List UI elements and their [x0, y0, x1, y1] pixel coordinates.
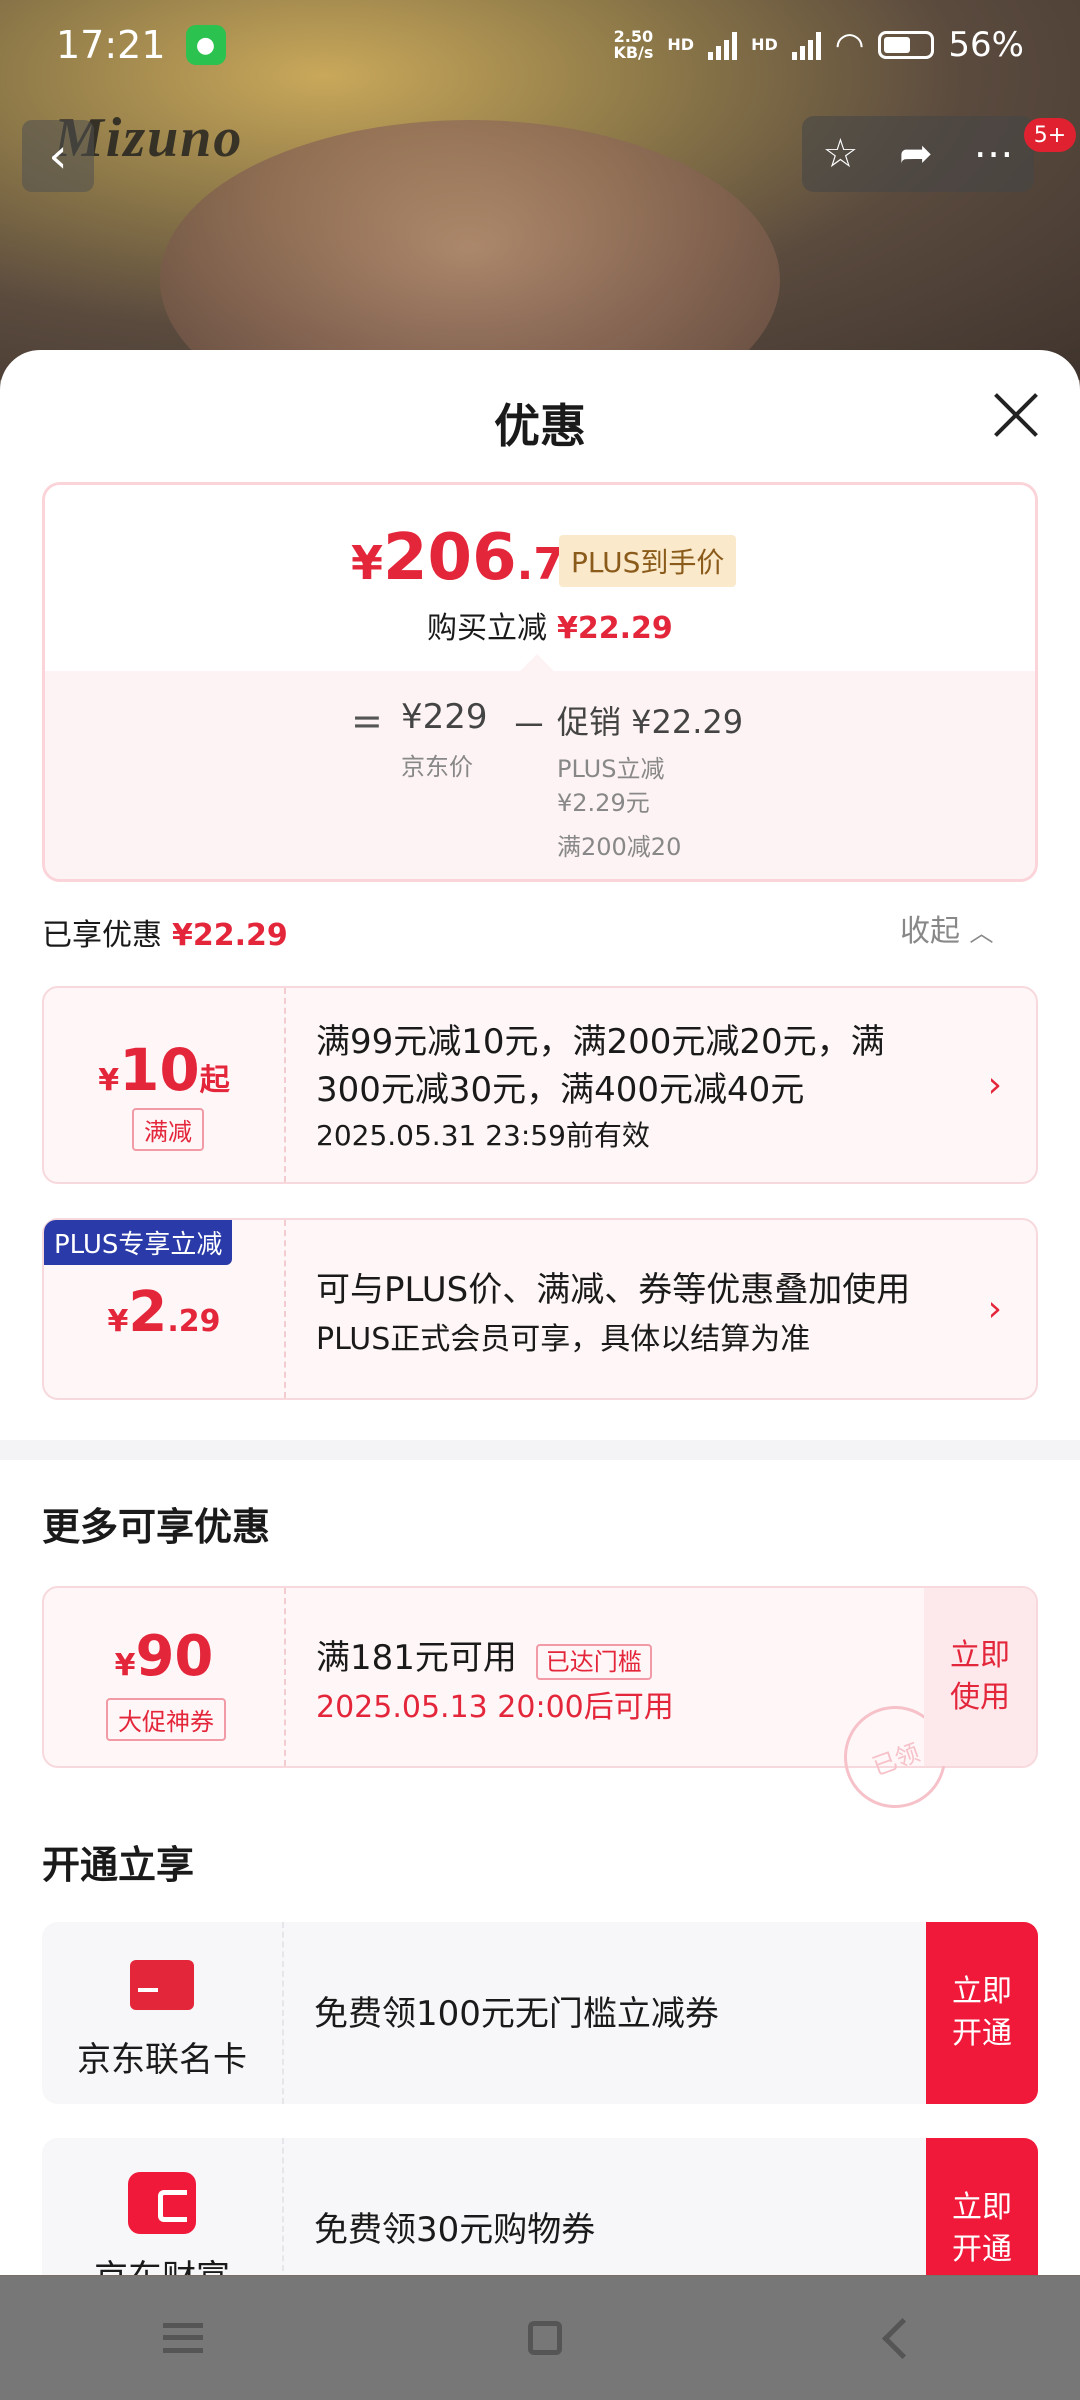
use-now-label: 立即 使用 [950, 1638, 1010, 1715]
net-speed-unit: KB/s [613, 43, 654, 62]
plus-exclusive-coupon[interactable]: ¥2.29 PLUS专享立减 可与PLUS价、满减、券等优惠叠加使用 PLUS正… [42, 1218, 1038, 1400]
service-name: 京东财富 [42, 2250, 282, 2275]
price-integer: 206 [383, 521, 517, 595]
enjoyed-label: 已享优惠 [42, 918, 162, 953]
discount-sheet: 优惠 ¥ 206 .71 PLUS到手价 购买立减 ¥22.29 = ¥229 京… [0, 350, 1080, 2275]
promo-validity: 2025.05.13 20:00后可用 [316, 1690, 674, 1725]
clock: 17:21 [56, 23, 166, 67]
chevron-right-icon: › [987, 1064, 1002, 1106]
collapse-toggle[interactable]: 收起 ︿ [900, 906, 994, 950]
coupon-amount: ¥10起 [44, 1036, 284, 1104]
promo-plus-value: ¥2.29元 [557, 789, 650, 817]
coupon-value: 2 [128, 1280, 168, 1345]
service-desc: 免费领100元无门槛立减券 [314, 1994, 719, 2034]
minus-sign: － [511, 706, 548, 747]
plus-ribbon: PLUS专享立减 [44, 1220, 233, 1265]
signal-icon [708, 30, 738, 60]
coupon-amount-area: ¥90 大促神券 [44, 1588, 286, 1766]
coupon-validity: 2025.05.31 23:59前有效 [316, 1119, 650, 1152]
sheet-title: 优惠 [494, 399, 586, 453]
section-divider [0, 1440, 1080, 1460]
full-reduction-coupon[interactable]: ¥10起 满减 满99元减10元，满200元减20元，满 300元减30元，满4… [42, 986, 1038, 1184]
close-icon[interactable] [990, 390, 1040, 440]
open-now-label: 立即 开通 [952, 2190, 1012, 2267]
plus-desc-line1: 可与PLUS价、满减、券等优惠叠加使用 [316, 1270, 911, 1310]
service-brand-area: 京东财富 [42, 2138, 284, 2275]
hd-label-2: HD [751, 35, 778, 54]
battery-icon [878, 31, 935, 59]
coupon-currency: ¥ [114, 1648, 136, 1683]
currency-symbol: ¥ [351, 536, 384, 590]
jd-price-label: 京东价 [401, 753, 473, 781]
coupon-amount: ¥90 [44, 1624, 284, 1689]
home-icon[interactable] [528, 2321, 563, 2355]
buy-reduce-line: 购买立减 ¥22.29 [427, 603, 673, 647]
coupon-suffix: 起 [199, 1063, 230, 1098]
use-now-button[interactable]: 立即 使用 [924, 1588, 1036, 1766]
battery-level: 56% [948, 25, 1024, 65]
coupon-type-tag: 大促神券 [106, 1698, 226, 1741]
jd-cobrand-card-offer[interactable]: 京东联名卡 免费领100元无门槛立减券 立即 开通 [42, 1922, 1038, 2104]
plus-price-tag: PLUS到手价 [559, 535, 737, 587]
equals-sign: = [351, 699, 383, 743]
more-discounts-title: 更多可享优惠 [42, 1505, 271, 1549]
wechat-notification-icon: ● [185, 25, 226, 65]
coupon-value: 10 [119, 1036, 200, 1104]
promo-plus-label: PLUS立减 [557, 755, 665, 783]
threshold-reached-tag: 已达门槛 [535, 1644, 652, 1680]
chevron-up-icon: ︿ [969, 919, 994, 947]
open-now-button[interactable]: 立即 开通 [926, 2138, 1038, 2275]
open-benefits-title: 开通立享 [42, 1843, 195, 1887]
coupon-rule-line2: 300元减30元，满400元减40元 [316, 1070, 805, 1110]
plus-desc-line2: PLUS正式会员可享，具体以结算为准 [316, 1322, 811, 1357]
price-breakdown-card: ¥ 206 .71 PLUS到手价 购买立减 ¥22.29 = ¥229 京东价 … [42, 482, 1038, 882]
hd-label-1: HD [667, 35, 695, 54]
promo-full-reduction: 满200减20 [557, 833, 682, 861]
open-now-button[interactable]: 立即 开通 [926, 1922, 1038, 2104]
coupon-amount-area: ¥10起 满减 [44, 988, 286, 1182]
coupon-value: 90 [135, 1624, 214, 1689]
promo-total: 促销 ¥22.29 [557, 703, 744, 741]
signal-icon-2 [791, 30, 821, 60]
collapse-label: 收起 [900, 914, 960, 949]
buy-reduce-value: ¥22.29 [557, 611, 673, 646]
jd-wealth-offer[interactable]: 京东财富 免费领30元购物券 立即 开通 [42, 2138, 1038, 2275]
coupon-rule-line1: 满99元减10元，满200元减20元，满 [316, 1022, 885, 1062]
open-now-label: 立即 开通 [952, 1974, 1012, 2051]
enjoyed-value: ¥22.29 [172, 918, 288, 953]
more-icon[interactable]: ⋯ [974, 131, 1014, 177]
jd-price: ¥229 [401, 697, 488, 737]
back-button[interactable]: ‹ [22, 120, 94, 192]
credit-card-icon [130, 1960, 194, 2010]
buy-reduce-label: 购买立减 [427, 611, 547, 646]
coupon-amount: ¥2.29 [44, 1280, 284, 1345]
top-action-group: ☆ ➦ ⋯ [802, 116, 1034, 192]
service-name: 京东联名卡 [77, 2040, 247, 2080]
coupon-type-tag: 满减 [132, 1108, 204, 1151]
chevron-right-icon: › [987, 1288, 1002, 1330]
coupon-currency: ¥ [107, 1304, 129, 1339]
wealth-app-icon [128, 2172, 196, 2234]
coupon-currency: ¥ [98, 1063, 120, 1098]
coupon-decimal: .29 [167, 1304, 221, 1339]
promo-threshold-text: 满181元可用 [316, 1638, 517, 1678]
wifi-icon: ◠ [834, 25, 865, 65]
system-nav-bar [0, 2276, 1080, 2400]
favorite-star-icon[interactable]: ☆ [822, 131, 858, 177]
back-arrow-icon: ‹ [48, 128, 68, 184]
share-icon[interactable]: ➦ [899, 131, 933, 177]
service-desc: 免费领30元购物券 [314, 2210, 596, 2250]
status-bar: 17:21 ● 2.50 KB/s HD HD ◠ 56% [0, 0, 1080, 90]
enjoyed-discount: 已享优惠 ¥22.29 [42, 910, 288, 954]
back-icon[interactable] [882, 2317, 924, 2359]
menu-icon[interactable] [162, 2323, 203, 2353]
promo-coupon[interactable]: ¥90 大促神券 满181元可用 已达门槛 2025.05.13 20:00后可… [42, 1586, 1038, 1823]
service-brand-area: 京东联名卡 [42, 1922, 284, 2104]
message-badge: 5+ [1024, 118, 1076, 152]
promo-threshold: 满181元可用 已达门槛 [316, 1630, 652, 1680]
